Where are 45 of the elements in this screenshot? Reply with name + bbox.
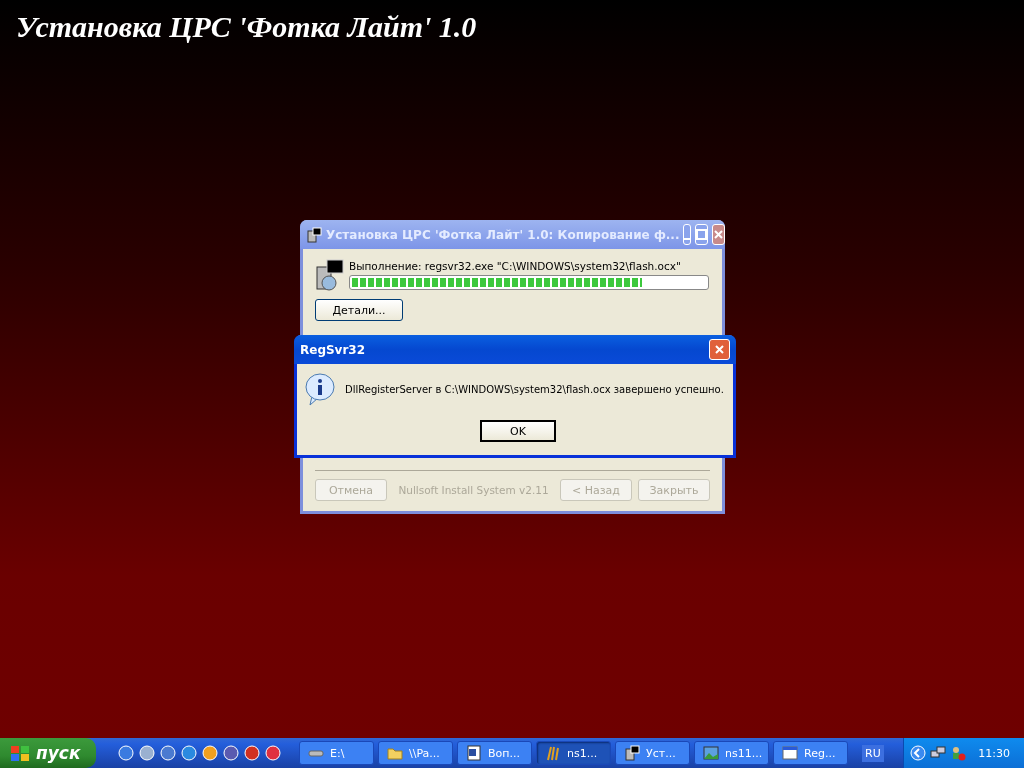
image-icon — [703, 745, 719, 761]
quick-launch-icon[interactable] — [118, 745, 134, 761]
windows-logo — [10, 744, 30, 762]
message-text: DllRegisterServer в C:\WINDOWS\system32\flash.ocx завершено успешно. — [345, 383, 724, 395]
folder-icon — [387, 745, 403, 761]
details-button[interactable]: Детали... — [315, 299, 403, 321]
paint-icon — [545, 745, 561, 761]
taskbar-button[interactable]: Уст... — [615, 741, 690, 765]
taskbar-button[interactable]: E:\ — [299, 741, 374, 765]
installer-heading: Установка ЦРС 'Фотка Лайт' 1.0 — [16, 10, 477, 44]
quick-launch-icon[interactable] — [139, 745, 155, 761]
network-icon[interactable] — [930, 745, 947, 761]
quick-launch-icon[interactable] — [160, 745, 176, 761]
setup-icon — [315, 259, 345, 291]
quick-launch-icon[interactable] — [223, 745, 239, 761]
taskbar-button[interactable]: Воп... — [457, 741, 532, 765]
quick-launch-icon[interactable] — [181, 745, 197, 761]
brand-text: Nullsoft Install System v2.11 — [397, 484, 550, 496]
taskbar-button[interactable]: ns11... — [694, 741, 769, 765]
taskbar-button[interactable]: ns1... — [536, 741, 611, 765]
taskbar-button[interactable]: \\Pa... — [378, 741, 453, 765]
status-text: Выполнение: regsvr32.exe "C:\WINDOWS\system32\flash.ocx" — [349, 260, 682, 272]
window-title: RegSvr32 — [300, 342, 367, 357]
doc-icon — [466, 745, 482, 761]
window-title: Установка ЦРС 'Фотка Лайт' 1.0: Копирование ф... — [326, 227, 680, 242]
minimize-button[interactable] — [683, 224, 692, 245]
close-icon — [713, 229, 725, 240]
close-icon — [714, 344, 725, 355]
close-button[interactable] — [712, 224, 726, 245]
info-icon — [303, 372, 337, 406]
ok-button[interactable]: OK — [480, 420, 556, 442]
minimize-icon — [684, 237, 691, 240]
language-indicator[interactable]: RU — [862, 744, 884, 762]
quick-launch-icon[interactable] — [244, 745, 260, 761]
people-icon[interactable] — [950, 745, 967, 761]
clock: 11:30 — [978, 746, 1010, 760]
taskbar-button[interactable]: Reg... — [773, 741, 848, 765]
setup-icon — [306, 226, 322, 243]
maximize-icon — [696, 229, 708, 240]
chevron-icon[interactable] — [910, 745, 927, 761]
setup-icon — [624, 745, 640, 761]
quick-launch-icon[interactable] — [202, 745, 218, 761]
quick-launch-icon[interactable] — [265, 745, 281, 761]
start-button[interactable]: пуск — [0, 738, 96, 768]
window-icon — [782, 745, 798, 761]
